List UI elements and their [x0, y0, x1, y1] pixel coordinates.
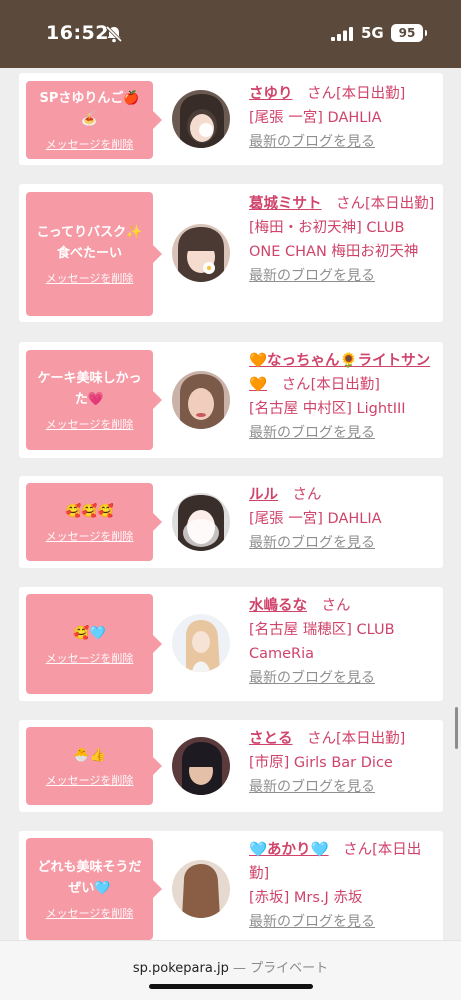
private-mode-label: — プライベート: [232, 961, 329, 976]
avatar[interactable]: [172, 860, 230, 918]
latest-blog-link[interactable]: 最新のブログを見る: [249, 914, 375, 930]
message-bubble: 🥰🩵 メッセージを削除: [26, 594, 162, 694]
avatar[interactable]: [172, 614, 230, 672]
status-bar: 16:52 5G 95: [0, 0, 461, 68]
profile-name-link[interactable]: ルル: [249, 487, 278, 503]
profile-info: 水嶋るな さん [名古屋 瑞穂区] CLUB CameRia 最新のブログを見る: [249, 594, 437, 690]
signal-icon: [331, 27, 353, 41]
message-text: 🥰🩵: [73, 625, 106, 641]
scrollbar[interactable]: [455, 707, 458, 749]
message-bubble: 🥰🥰🥰 メッセージを削除: [26, 483, 162, 561]
delete-message-link[interactable]: メッセージを削除: [46, 650, 134, 666]
honorific: さん: [307, 731, 336, 747]
url-label[interactable]: sp.pokepara.jp — プライベート: [0, 957, 461, 976]
work-status: [本日出勤]: [336, 86, 406, 102]
battery-level: 95: [398, 26, 416, 40]
shop-info: [尾張 一宮] DAHLIA: [249, 110, 382, 126]
profile-info: ルル さん [尾張 一宮] DAHLIA 最新のブログを見る: [249, 483, 437, 555]
list-item: 🥰🩵 メッセージを削除 水嶋るな さん [名古屋 瑞穂区] CLUB CameR…: [19, 587, 443, 701]
shop-info: [梅田・お初天神] CLUB ONE CHAN 梅田お初天神: [249, 220, 419, 260]
silent-bell-icon: [105, 25, 123, 43]
profile-name-link[interactable]: 🩵あかり🩵: [249, 842, 329, 858]
list-item: 🥰🥰🥰 メッセージを削除 ルル さん [尾張 一宮] DAHLIA 最新のブログ…: [19, 476, 443, 568]
message-bubble: こってりバスク✨食べたーい メッセージを削除: [26, 192, 162, 316]
shop-info: [尾張 一宮] DAHLIA: [249, 511, 382, 527]
honorific: さん: [321, 598, 351, 614]
work-status: [本日出勤]: [365, 196, 435, 212]
list-item: ケーキ美味しかった💗 メッセージを削除 🧡なっちゃん🌻ライトサン🧡 さん[本日出…: [19, 342, 443, 458]
shop-info: [名古屋 中村区] LightIII: [249, 401, 406, 417]
work-status: [本日出勤]: [336, 731, 406, 747]
message-text: SPさゆりんご🍎🍝: [39, 91, 140, 127]
status-time: 16:52: [46, 22, 109, 44]
honorific: さん: [343, 842, 373, 858]
latest-blog-link[interactable]: 最新のブログを見る: [249, 134, 375, 150]
list-item: SPさゆりんご🍎🍝 メッセージを削除 さゆり さん[本日出勤] [尾張 一宮] …: [19, 73, 443, 165]
delete-message-link[interactable]: メッセージを削除: [46, 528, 134, 544]
honorific: さん: [292, 487, 322, 503]
profile-info: 葛城ミサト さん[本日出勤] [梅田・お初天神] CLUB ONE CHAN 梅…: [249, 192, 437, 288]
avatar[interactable]: [172, 493, 230, 551]
profile-name-link[interactable]: さとる: [249, 731, 293, 747]
shop-info: [名古屋 瑞穂区] CLUB CameRia: [249, 622, 395, 662]
honorific: さん: [336, 196, 365, 212]
profile-name-link[interactable]: さゆり: [249, 86, 293, 102]
profile-name-link[interactable]: 葛城ミサト: [249, 196, 322, 212]
latest-blog-link[interactable]: 最新のブログを見る: [249, 779, 375, 795]
avatar[interactable]: [172, 224, 230, 282]
shop-info: [市原] Girls Bar Dice: [249, 755, 393, 771]
profile-info: さとる さん[本日出勤] [市原] Girls Bar Dice 最新のブログを…: [249, 727, 437, 799]
avatar[interactable]: [172, 737, 230, 795]
list-item: どれも美味そうだぜい🩵 メッセージを削除 🩵あかり🩵 さん[本日出勤] [赤坂]…: [19, 831, 443, 940]
profile-info: 🩵あかり🩵 さん[本日出勤] [赤坂] Mrs.J 赤坂 最新のブログを見る: [249, 838, 437, 934]
honorific: さん: [281, 377, 311, 393]
delete-message-link[interactable]: メッセージを削除: [46, 270, 134, 286]
latest-blog-link[interactable]: 最新のブログを見る: [249, 268, 375, 284]
delete-message-link[interactable]: メッセージを削除: [46, 416, 134, 432]
message-text: 🐣👍: [73, 747, 106, 763]
message-text: どれも美味そうだぜい🩵: [37, 860, 142, 896]
latest-blog-link[interactable]: 最新のブログを見る: [249, 425, 375, 441]
url-text: sp.pokepara.jp: [132, 961, 229, 976]
profile-info: さゆり さん[本日出勤] [尾張 一宮] DAHLIA 最新のブログを見る: [249, 82, 437, 154]
honorific: さん: [307, 86, 336, 102]
delete-message-link[interactable]: メッセージを削除: [46, 905, 134, 921]
battery-icon: 95: [391, 24, 427, 42]
latest-blog-link[interactable]: 最新のブログを見る: [249, 670, 375, 686]
message-list[interactable]: SPさゆりんご🍎🍝 メッセージを削除 さゆり さん[本日出勤] [尾張 一宮] …: [0, 68, 461, 940]
shop-info: [赤坂] Mrs.J 赤坂: [249, 890, 363, 906]
message-bubble: どれも美味そうだぜい🩵 メッセージを削除: [26, 838, 162, 940]
list-item: 🐣👍 メッセージを削除 さとる さん[本日出勤] [市原] Girls Bar …: [19, 720, 443, 812]
message-text: ケーキ美味しかった💗: [37, 371, 142, 407]
delete-message-link[interactable]: メッセージを削除: [46, 772, 134, 788]
avatar[interactable]: [172, 371, 230, 429]
profile-info: 🧡なっちゃん🌻ライトサン🧡 さん[本日出勤] [名古屋 中村区] LightII…: [249, 349, 437, 445]
message-bubble: 🐣👍 メッセージを削除: [26, 727, 162, 805]
browser-address-bar[interactable]: sp.pokepara.jp — プライベート: [0, 940, 461, 1000]
message-text: 🥰🥰🥰: [65, 503, 114, 519]
message-bubble: ケーキ美味しかった💗 メッセージを削除: [26, 350, 162, 450]
work-status: [本日出勤]: [310, 377, 380, 393]
network-type: 5G: [361, 24, 384, 42]
message-bubble: SPさゆりんご🍎🍝 メッセージを削除: [26, 81, 162, 159]
avatar[interactable]: [172, 90, 230, 148]
message-text: こってりバスク✨食べたーい: [36, 225, 143, 261]
profile-name-link[interactable]: 水嶋るな: [249, 598, 307, 614]
home-indicator[interactable]: [149, 984, 313, 989]
latest-blog-link[interactable]: 最新のブログを見る: [249, 535, 375, 551]
list-item: こってりバスク✨食べたーい メッセージを削除 葛城ミサト さん[本日出勤] [梅…: [19, 184, 443, 322]
delete-message-link[interactable]: メッセージを削除: [46, 136, 134, 152]
